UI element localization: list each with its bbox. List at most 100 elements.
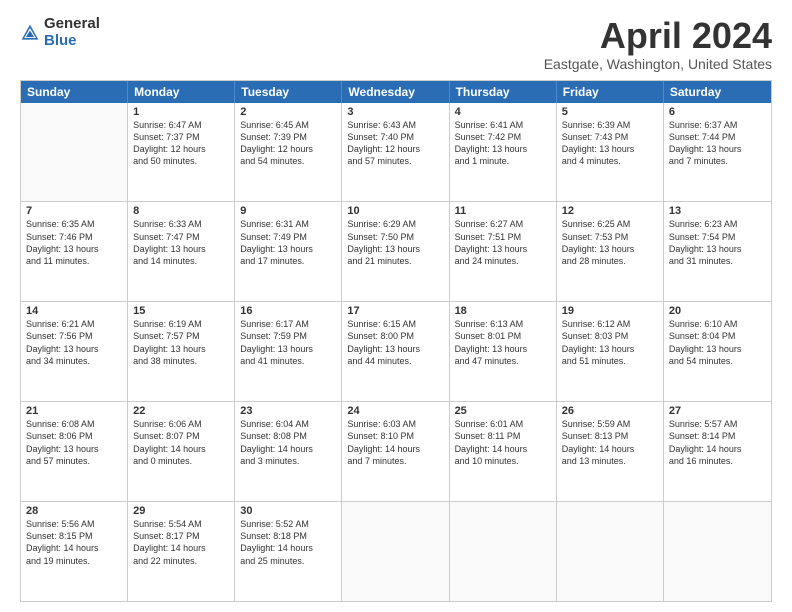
cell-line: Sunset: 8:07 PM [133,430,229,442]
calendar-cell: 25Sunrise: 6:01 AMSunset: 8:11 PMDayligh… [450,402,557,501]
calendar-cell: 11Sunrise: 6:27 AMSunset: 7:51 PMDayligh… [450,202,557,301]
cell-line: Sunset: 7:44 PM [669,131,766,143]
day-number: 30 [240,505,336,517]
day-number: 15 [133,305,229,317]
cell-line: Sunrise: 6:41 AM [455,119,551,131]
day-number: 7 [26,205,122,217]
cell-line: Sunrise: 6:29 AM [347,218,443,230]
calendar-cell: 13Sunrise: 6:23 AMSunset: 7:54 PMDayligh… [664,202,771,301]
cell-line: Sunrise: 6:19 AM [133,318,229,330]
cell-line: Sunrise: 6:01 AM [455,418,551,430]
cell-line: Sunset: 7:42 PM [455,131,551,143]
cell-line: Sunset: 8:18 PM [240,530,336,542]
day-number: 19 [562,305,658,317]
weekday-header: Tuesday [235,81,342,103]
subtitle: Eastgate, Washington, United States [544,56,772,72]
cell-line: Sunset: 7:51 PM [455,231,551,243]
day-number: 29 [133,505,229,517]
cell-line: Daylight: 13 hours [562,343,658,355]
calendar-cell: 21Sunrise: 6:08 AMSunset: 8:06 PMDayligh… [21,402,128,501]
calendar-cell: 6Sunrise: 6:37 AMSunset: 7:44 PMDaylight… [664,103,771,202]
calendar-cell [557,502,664,601]
cell-line: and 1 minute. [455,155,551,167]
day-number: 10 [347,205,443,217]
cell-line: Daylight: 12 hours [133,143,229,155]
cell-line: Daylight: 14 hours [133,542,229,554]
cell-line: Sunset: 7:43 PM [562,131,658,143]
calendar-cell: 28Sunrise: 5:56 AMSunset: 8:15 PMDayligh… [21,502,128,601]
main-title: April 2024 [544,16,772,56]
cell-line: Sunrise: 6:12 AM [562,318,658,330]
calendar-row: 1Sunrise: 6:47 AMSunset: 7:37 PMDaylight… [21,103,771,203]
cell-line: Sunset: 8:04 PM [669,330,766,342]
calendar-cell [342,502,449,601]
calendar-cell [450,502,557,601]
cell-line: Sunset: 8:17 PM [133,530,229,542]
calendar-cell: 4Sunrise: 6:41 AMSunset: 7:42 PMDaylight… [450,103,557,202]
cell-line: Daylight: 13 hours [455,143,551,155]
day-number: 23 [240,405,336,417]
calendar-cell: 19Sunrise: 6:12 AMSunset: 8:03 PMDayligh… [557,302,664,401]
cell-line: Sunset: 7:47 PM [133,231,229,243]
calendar-cell: 1Sunrise: 6:47 AMSunset: 7:37 PMDaylight… [128,103,235,202]
day-number: 28 [26,505,122,517]
calendar-cell: 2Sunrise: 6:45 AMSunset: 7:39 PMDaylight… [235,103,342,202]
cell-line: and 28 minutes. [562,255,658,267]
cell-line: Daylight: 13 hours [26,343,122,355]
cell-line: and 44 minutes. [347,355,443,367]
cell-line: Daylight: 13 hours [26,443,122,455]
logo-blue: Blue [44,33,100,50]
calendar-cell: 30Sunrise: 5:52 AMSunset: 8:18 PMDayligh… [235,502,342,601]
cell-line: Sunrise: 6:04 AM [240,418,336,430]
cell-line: Sunrise: 6:27 AM [455,218,551,230]
cell-line: Sunrise: 6:25 AM [562,218,658,230]
weekday-header: Wednesday [342,81,449,103]
weekday-header: Saturday [664,81,771,103]
day-number: 20 [669,305,766,317]
day-number: 24 [347,405,443,417]
cell-line: Sunset: 7:46 PM [26,231,122,243]
cell-line: and 38 minutes. [133,355,229,367]
cell-line: Sunrise: 5:54 AM [133,518,229,530]
cell-line: Daylight: 13 hours [669,243,766,255]
day-number: 16 [240,305,336,317]
cell-line: Daylight: 14 hours [240,443,336,455]
cell-line: Sunset: 7:54 PM [669,231,766,243]
cell-line: Sunset: 7:49 PM [240,231,336,243]
cell-line: and 11 minutes. [26,255,122,267]
day-number: 9 [240,205,336,217]
cell-line: Daylight: 13 hours [455,243,551,255]
day-number: 13 [669,205,766,217]
cell-line: Sunset: 8:15 PM [26,530,122,542]
cell-line: Sunrise: 6:47 AM [133,119,229,131]
day-number: 8 [133,205,229,217]
cell-line: and 54 minutes. [240,155,336,167]
cell-line: and 24 minutes. [455,255,551,267]
cell-line: Sunset: 8:08 PM [240,430,336,442]
cell-line: and 21 minutes. [347,255,443,267]
calendar-cell: 26Sunrise: 5:59 AMSunset: 8:13 PMDayligh… [557,402,664,501]
day-number: 25 [455,405,551,417]
cell-line: Sunrise: 6:45 AM [240,119,336,131]
cell-line: Sunrise: 5:57 AM [669,418,766,430]
calendar-cell: 20Sunrise: 6:10 AMSunset: 8:04 PMDayligh… [664,302,771,401]
cell-line: Daylight: 14 hours [455,443,551,455]
cell-line: Daylight: 14 hours [26,542,122,554]
cell-line: and 19 minutes. [26,555,122,567]
calendar-cell: 15Sunrise: 6:19 AMSunset: 7:57 PMDayligh… [128,302,235,401]
day-number: 14 [26,305,122,317]
cell-line: Sunset: 7:59 PM [240,330,336,342]
cell-line: Daylight: 13 hours [26,243,122,255]
calendar-cell: 29Sunrise: 5:54 AMSunset: 8:17 PMDayligh… [128,502,235,601]
cell-line: Sunset: 8:14 PM [669,430,766,442]
cell-line: and 47 minutes. [455,355,551,367]
weekday-header: Friday [557,81,664,103]
calendar-row: 28Sunrise: 5:56 AMSunset: 8:15 PMDayligh… [21,502,771,601]
day-number: 5 [562,106,658,118]
logo-icon [20,23,40,43]
cell-line: Sunrise: 5:59 AM [562,418,658,430]
cell-line: Sunrise: 5:56 AM [26,518,122,530]
cell-line: Daylight: 13 hours [347,343,443,355]
cell-line: Daylight: 13 hours [240,243,336,255]
calendar-cell [21,103,128,202]
